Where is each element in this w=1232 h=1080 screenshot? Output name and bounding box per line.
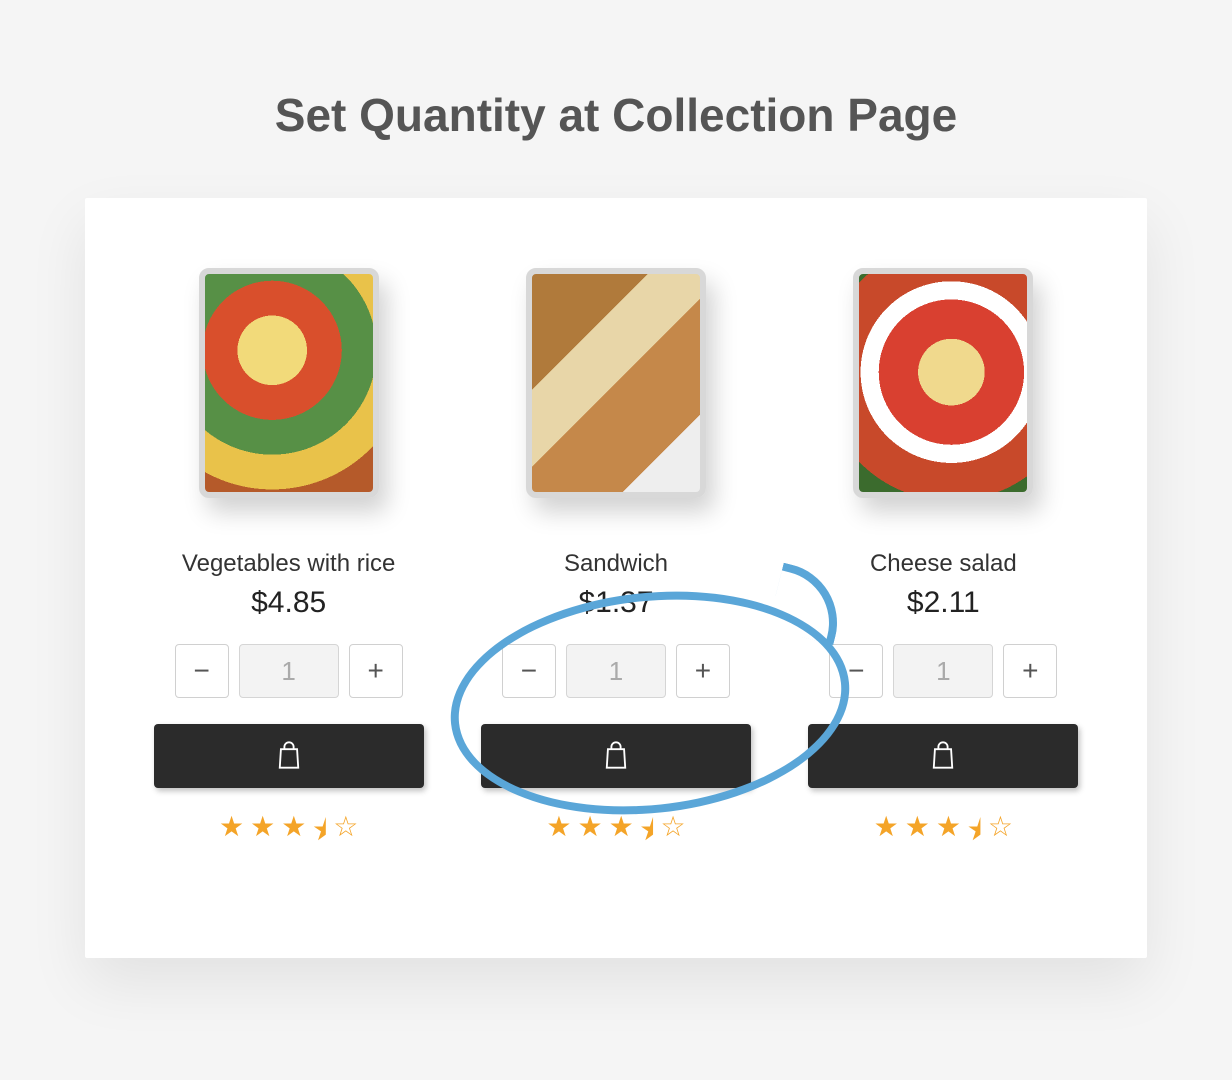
shopping-bag-icon [929, 740, 957, 773]
quantity-increment-button[interactable]: + [676, 644, 730, 698]
star-empty-icon: ☆ [661, 810, 686, 858]
add-to-cart-button[interactable] [154, 724, 424, 788]
quantity-increment-button[interactable]: + [349, 644, 403, 698]
product-image[interactable] [199, 268, 379, 498]
quantity-stepper: − + [829, 644, 1057, 698]
star-full-icon: ★ [905, 810, 930, 858]
product-grid: Vegetables with rice $4.85 − + ★ ★ ★ ⯨ ☆ [145, 268, 1087, 858]
quantity-decrement-button[interactable]: − [829, 644, 883, 698]
product-card: Vegetables with rice $4.85 − + ★ ★ ★ ⯨ ☆ [145, 268, 432, 858]
add-to-cart-button[interactable] [481, 724, 751, 788]
quantity-decrement-button[interactable]: − [175, 644, 229, 698]
quantity-input[interactable] [566, 644, 666, 698]
star-full-icon: ★ [577, 810, 602, 858]
product-name: Sandwich [564, 550, 668, 578]
rating-stars: ★ ★ ★ ⯨ ☆ [874, 810, 1013, 858]
product-name: Cheese salad [870, 550, 1017, 578]
star-full-icon: ★ [546, 810, 571, 858]
star-half-icon: ⯨ [967, 810, 982, 858]
star-empty-icon: ☆ [988, 810, 1013, 858]
star-empty-icon: ☆ [333, 810, 358, 858]
shopping-bag-icon [602, 740, 630, 773]
product-price: $4.85 [251, 586, 326, 620]
product-name: Vegetables with rice [182, 550, 395, 578]
rating-stars: ★ ★ ★ ⯨ ☆ [219, 810, 358, 858]
shopping-bag-icon [275, 740, 303, 773]
star-half-icon: ⯨ [640, 810, 655, 858]
add-to-cart-button[interactable] [808, 724, 1078, 788]
quantity-input[interactable] [239, 644, 339, 698]
star-full-icon: ★ [281, 810, 306, 858]
quantity-decrement-button[interactable]: − [502, 644, 556, 698]
star-full-icon: ★ [936, 810, 961, 858]
collection-card: Vegetables with rice $4.85 − + ★ ★ ★ ⯨ ☆ [85, 198, 1147, 958]
star-full-icon: ★ [609, 810, 634, 858]
star-full-icon: ★ [219, 810, 244, 858]
star-full-icon: ★ [874, 810, 899, 858]
rating-stars: ★ ★ ★ ⯨ ☆ [546, 810, 685, 858]
product-image[interactable] [853, 268, 1033, 498]
page-title: Set Quantity at Collection Page [0, 0, 1232, 198]
quantity-stepper: − + [502, 644, 730, 698]
product-price: $2.11 [907, 586, 980, 620]
product-price: $1.37 [578, 586, 653, 620]
quantity-increment-button[interactable]: + [1003, 644, 1057, 698]
product-card: Cheese salad $2.11 − + ★ ★ ★ ⯨ ☆ [800, 268, 1087, 858]
quantity-stepper: − + [175, 644, 403, 698]
quantity-input[interactable] [893, 644, 993, 698]
product-image[interactable] [526, 268, 706, 498]
star-half-icon: ⯨ [312, 810, 327, 858]
product-card: Sandwich $1.37 − + ★ ★ ★ ⯨ ☆ [472, 268, 759, 858]
star-full-icon: ★ [250, 810, 275, 858]
